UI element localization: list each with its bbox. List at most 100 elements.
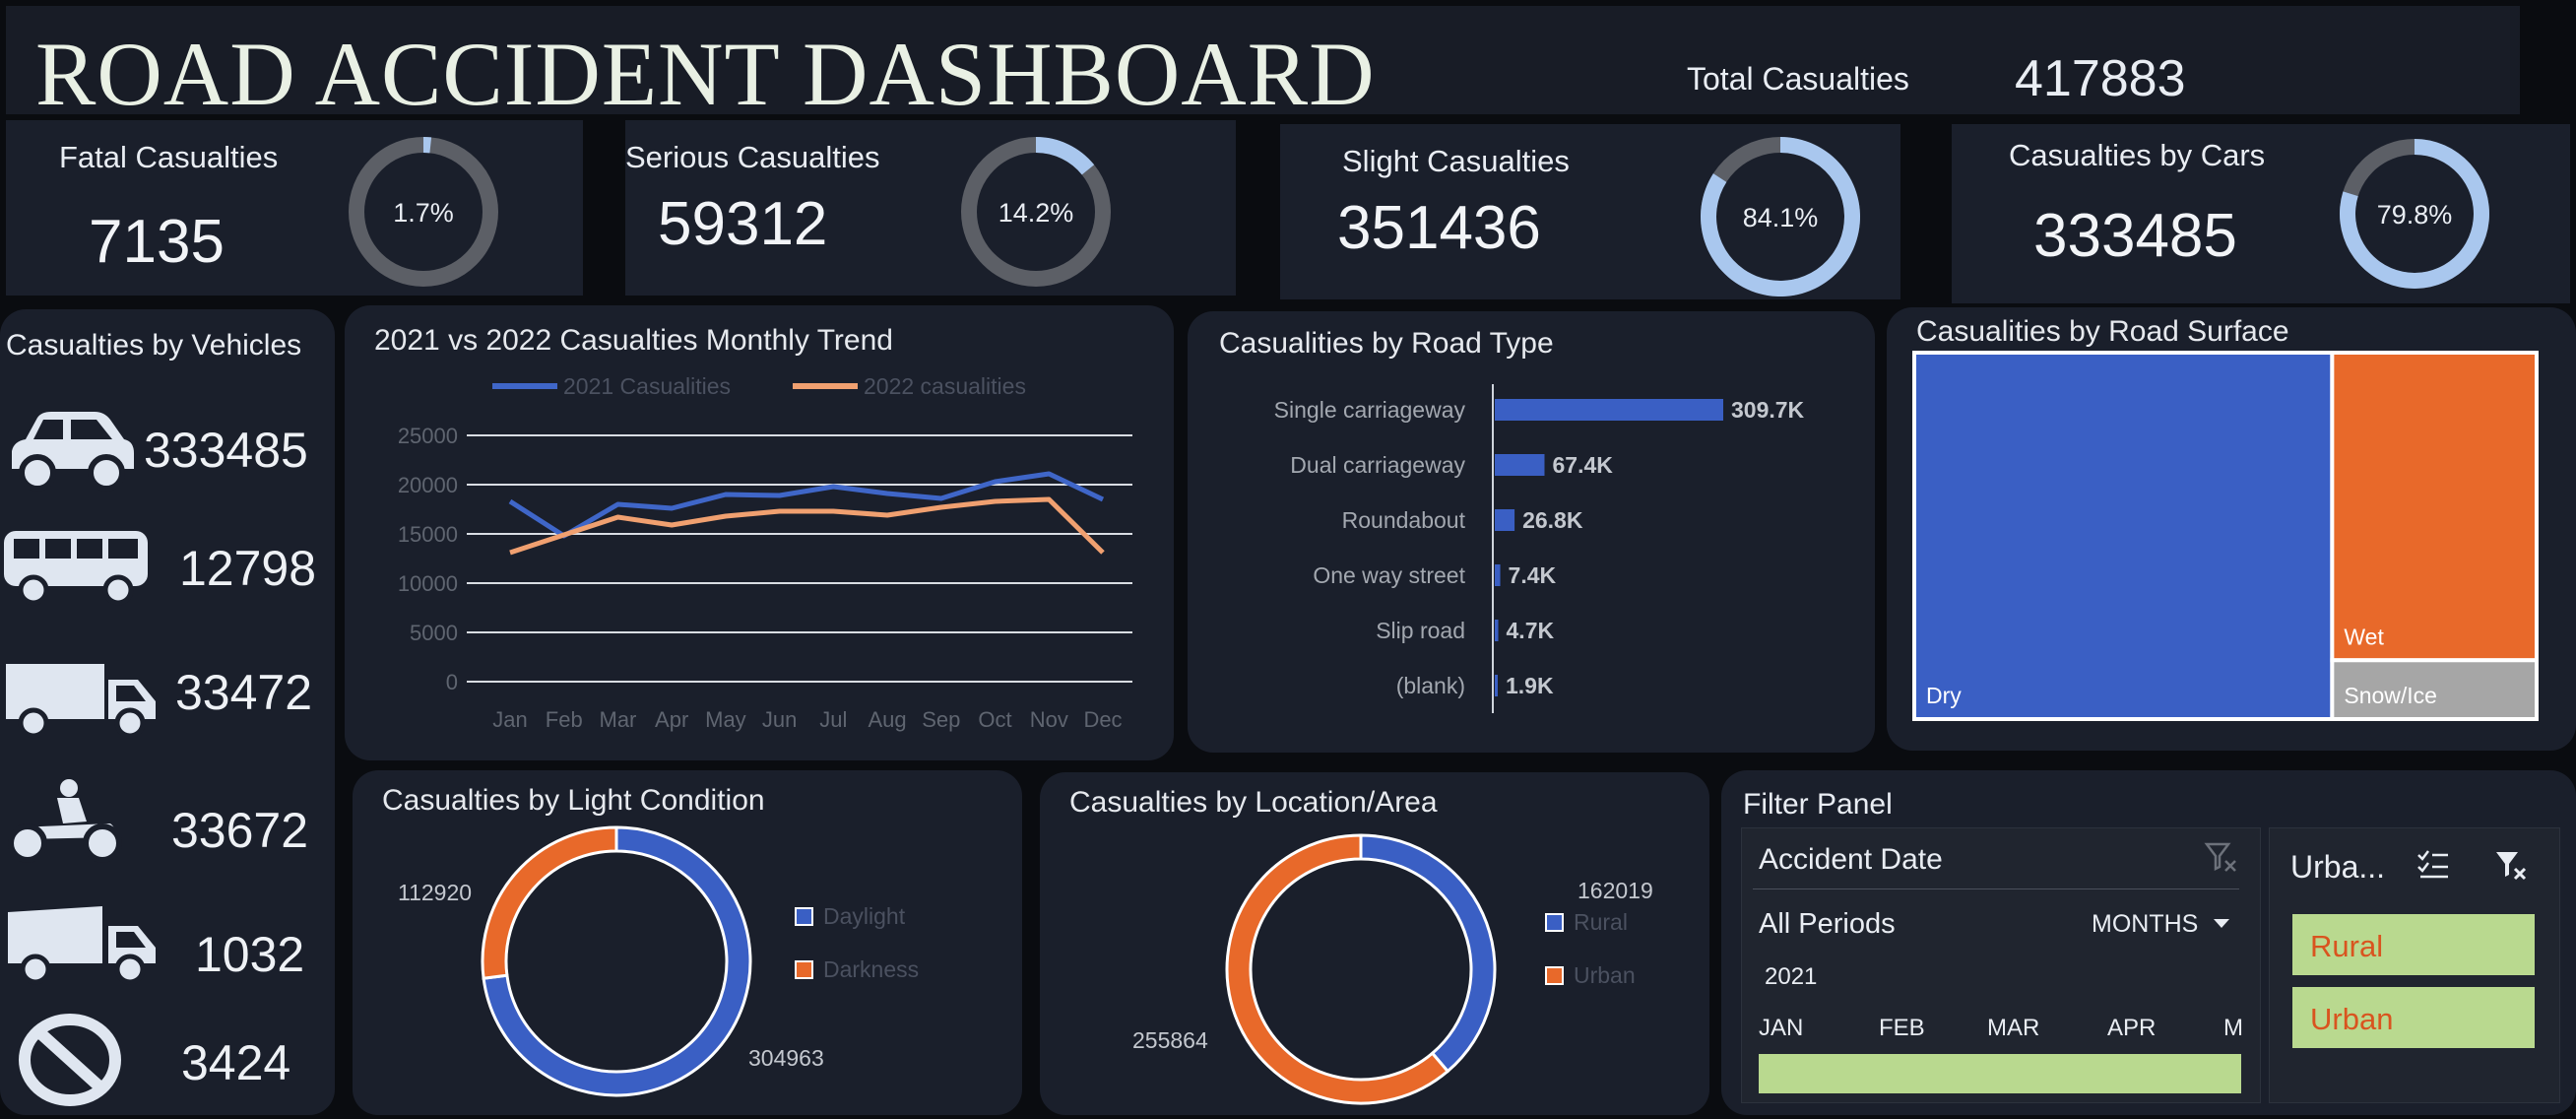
- x-tick-label: Apr: [655, 707, 688, 732]
- kpi-value: 351436: [1337, 194, 1541, 262]
- data-label: 4.7K: [1507, 618, 1555, 643]
- no-entry-icon: [19, 1014, 121, 1106]
- y-tick-label: 25000: [398, 424, 458, 448]
- kpi-ring-fatal: 1.7%: [349, 137, 498, 287]
- road-surface-treemap: Casualities by Road Surface Dry Wet Snow/Ic…: [1912, 315, 2539, 722]
- accident-date-title: Accident Date: [1759, 843, 1943, 876]
- slicer-item-label: Rural: [2310, 929, 2384, 963]
- ring-percent-label: 84.1%: [1743, 203, 1819, 232]
- granularity-select[interactable]: MONTHS: [2092, 910, 2198, 939]
- data-label: 26.8K: [1522, 507, 1583, 533]
- x-tick-label: Jul: [819, 707, 847, 732]
- data-label: 1.9K: [1506, 673, 1554, 698]
- clear-filter-icon[interactable]: [2204, 839, 2239, 875]
- vehicle-value: 3424: [181, 1035, 291, 1090]
- vehicles-title: Casualties by Vehicles: [6, 329, 302, 362]
- chart-title: Casualties by Location/Area: [1069, 786, 1438, 819]
- legend-label: Urban: [1574, 962, 1636, 988]
- kpi-ring-cars: 79.8%: [2340, 139, 2489, 289]
- timeline-month[interactable]: APR: [2107, 1015, 2156, 1042]
- ring-percent-label: 79.8%: [2377, 200, 2453, 230]
- kpi-label: Slight Casualties: [1342, 144, 1570, 178]
- data-label: 255864: [1132, 1027, 1208, 1053]
- slicer-item-label: Urban: [2310, 1002, 2394, 1036]
- category-label: Dual carriageway: [1290, 452, 1465, 478]
- timeline-month[interactable]: JAN: [1759, 1015, 1803, 1042]
- legend-label: Daylight: [823, 903, 906, 929]
- bus-icon: [4, 531, 148, 606]
- x-tick-label: Oct: [978, 707, 1011, 732]
- legend-swatch: [1545, 966, 1564, 985]
- treemap-cell: [1912, 351, 2335, 721]
- kpi-ring-serious: 14.2%: [961, 137, 1111, 287]
- data-label: 309.7K: [1731, 397, 1805, 423]
- ring-percent-label: 14.2%: [998, 198, 1074, 228]
- data-label: 67.4K: [1552, 452, 1613, 478]
- category-label: One way street: [1313, 562, 1465, 588]
- bar: [1495, 454, 1545, 476]
- motorcycle-icon: [8, 779, 122, 863]
- clear-filter-icon[interactable]: [2493, 847, 2529, 883]
- kpi-label: Serious Casualties: [625, 140, 880, 174]
- all-periods-label: All Periods: [1759, 908, 1896, 940]
- legend-swatch: [1545, 913, 1564, 932]
- category-label: Single carriageway: [1274, 397, 1466, 423]
- donut-slice: [1359, 833, 1497, 1074]
- timeline-year: 2021: [1765, 963, 1818, 990]
- data-label: 112920: [398, 880, 472, 905]
- y-tick-label: 0: [446, 670, 458, 694]
- dump-truck-icon: [8, 906, 156, 985]
- legend-label: 2021 Casualities: [563, 373, 731, 399]
- vehicle-value: 333485: [144, 423, 308, 478]
- urban-slicer-title: Urba...: [2290, 849, 2386, 885]
- truck-icon: [6, 664, 156, 739]
- donut-slice: [1225, 833, 1450, 1105]
- chart-title: Casualities by Road Type: [1219, 327, 1554, 360]
- road-type-chart: Casualities by Road Type Single carriagew…: [1219, 327, 1805, 713]
- x-tick-label: Mar: [600, 707, 637, 732]
- legend-label: 2022 casualities: [864, 373, 1026, 399]
- x-tick-label: Dec: [1083, 707, 1122, 732]
- vehicle-value: 33472: [175, 665, 313, 720]
- category-label: (blank): [1396, 673, 1465, 698]
- y-tick-label: 20000: [398, 473, 458, 497]
- x-tick-label: Jun: [762, 707, 797, 732]
- x-tick-label: Nov: [1030, 707, 1068, 732]
- vehicle-value: 12798: [179, 541, 317, 596]
- location-area-chart: Casualties by Location/Area Rural Urban 162…: [1069, 786, 1653, 1105]
- chart-title: Casualties by Light Condition: [382, 784, 765, 817]
- category-label: Slip road: [1376, 618, 1465, 643]
- filter-panel-title: Filter Panel: [1743, 788, 1893, 821]
- x-tick-label: May: [705, 707, 746, 732]
- chevron-down-icon[interactable]: [2212, 916, 2231, 930]
- timeline-month[interactable]: FEB: [1879, 1015, 1925, 1042]
- timeline-bar[interactable]: [1759, 1054, 2241, 1093]
- timeline-month[interactable]: MAR: [1987, 1015, 2039, 1042]
- vehicle-value: 33672: [171, 803, 309, 858]
- bar: [1495, 564, 1501, 586]
- treemap-label: Snow/Ice: [2344, 683, 2437, 708]
- x-tick-label: Aug: [869, 707, 907, 732]
- bar: [1495, 399, 1723, 421]
- y-tick-label: 5000: [410, 621, 458, 645]
- series-line: [508, 471, 1105, 539]
- ring-fill: [1036, 137, 1095, 175]
- kpi-value: 7135: [89, 208, 225, 276]
- monthly-trend-chart: 2021 vs 2022 Casualties Monthly Trend 250…: [374, 324, 1132, 732]
- legend-swatch: [795, 907, 813, 926]
- total-casualties-value: 417883: [2015, 50, 2186, 107]
- multi-select-icon[interactable]: [2416, 849, 2452, 881]
- vehicle-value: 1032: [195, 927, 305, 982]
- timeline-month[interactable]: M: [2223, 1015, 2243, 1042]
- bar: [1495, 509, 1515, 531]
- x-tick-label: Jan: [492, 707, 527, 732]
- legend-swatch: [795, 960, 813, 979]
- category-label: Roundabout: [1342, 507, 1466, 533]
- data-label: 304963: [748, 1045, 824, 1071]
- y-tick-label: 15000: [398, 522, 458, 547]
- light-condition-chart: Casualties by Light Condition Daylight Dar…: [382, 784, 919, 1097]
- kpi-value: 59312: [658, 190, 828, 258]
- y-tick-label: 10000: [398, 571, 458, 596]
- page-title: ROAD ACCIDENT DASHBOARD: [35, 24, 1376, 124]
- bar: [1495, 675, 1498, 696]
